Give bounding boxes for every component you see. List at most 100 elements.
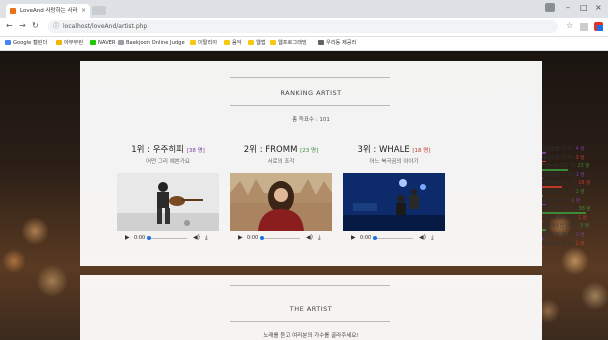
volume-icon[interactable]: ◀)	[419, 234, 426, 241]
seek-handle[interactable]	[260, 236, 264, 240]
tab-strip: LoveAnd 사랑하는 사라 × – □ ×	[0, 0, 608, 18]
profile-icon[interactable]	[545, 3, 555, 12]
ranking-list-name: 옥상달빛 (1 %)	[542, 241, 575, 247]
ranking-list-count: 2 명	[575, 241, 585, 247]
song-title: 서로의 조각	[267, 159, 295, 165]
ranking-list-name: 치즈달빛 (1 %)	[542, 172, 575, 178]
vote-count: [23 명]	[300, 148, 319, 154]
bookmark-item[interactable]: 웹프로그래밍	[270, 37, 307, 50]
vote-count: [38 명]	[186, 148, 205, 154]
close-window-icon[interactable]: ×	[595, 3, 602, 12]
back-icon[interactable]: ←	[6, 21, 13, 30]
address-bar-row: ← → ↻ ⓘ localhost/loveAnd/artist.php ☆	[0, 18, 608, 37]
ranking-list-item: April2nd (0 %) 1 명	[542, 214, 602, 223]
ranking-bar	[542, 246, 544, 249]
rank-heading: 2위 : FROMM [23 명]	[243, 145, 319, 155]
extension-icon[interactable]	[580, 23, 588, 31]
bookmark-item[interactable]: 음악	[224, 37, 242, 50]
bookmark-item[interactable]: 아무무런	[56, 37, 83, 50]
ranking-list-item: 브로커리안 (3 %) 3 명	[542, 222, 602, 231]
ranking-list-count: 1 명	[575, 172, 585, 178]
volume-icon[interactable]: ◀)	[193, 234, 200, 241]
ranking-list-count: 18 명	[578, 181, 591, 187]
ranking-list-item: 바닐라앤 (1 %) 1 명	[542, 188, 602, 197]
reload-icon[interactable]: ↻	[32, 21, 39, 30]
download-icon[interactable]: ⤓	[431, 234, 434, 242]
ranking-list-count: 23 명	[577, 164, 590, 170]
rank-heading: 1위 : 우주히피 [38 명]	[131, 145, 205, 155]
bookmark-item[interactable]: 우리동 제공러	[318, 37, 356, 50]
ranking-list-count: 1 명	[578, 215, 588, 221]
ranking-list-name: 검정치마 (0 %)	[542, 232, 575, 238]
url-text: localhost/loveAnd/artist.php	[63, 23, 148, 30]
ranking-list-item: 윤지영 (3 %) 1 명	[542, 197, 602, 206]
divider	[230, 77, 390, 78]
ranking-list-item: 치즈달빛 (1 %) 1 명	[542, 171, 602, 180]
bookmark-star-icon[interactable]: ☆	[566, 21, 573, 30]
bookmark-item[interactable]: NAVER	[90, 37, 116, 50]
ranking-list: 신나는밤 (3 %) 4 명 제이구청 (3 %) 3 명 Fromm (22 %)…	[542, 145, 602, 249]
artist-photo	[117, 173, 219, 231]
time-display: 0:00	[247, 235, 259, 241]
play-icon[interactable]: ▶	[351, 234, 356, 241]
audio-player[interactable]: ▶ 0:00 ◀) ⤓	[230, 233, 332, 243]
new-tab-button[interactable]	[92, 6, 106, 15]
artist-panel: THE ARTIST 노래를 듣고 여러분의 가수를 골라주세요!	[80, 275, 542, 340]
bookmark-item[interactable]: Google 캘린더	[5, 37, 47, 50]
favicon-icon	[10, 8, 16, 14]
bookmark-item[interactable]: Baekjoon Online Judge	[118, 37, 185, 50]
ranking-list-count: 1 명	[575, 232, 585, 238]
song-title: 어느 북극곰의 이야기	[369, 159, 419, 165]
seek-bar[interactable]	[260, 238, 300, 239]
download-icon[interactable]: ⤓	[318, 234, 321, 242]
ranking-list-count: 1 명	[575, 189, 585, 195]
forward-icon[interactable]: →	[19, 21, 26, 30]
ranking-title: RANKING ARTIST	[280, 89, 342, 97]
song-title: 어떤 그리 예쁜가요	[146, 159, 190, 165]
audio-player[interactable]: ▶ 0:00 ◀) ⤓	[117, 233, 219, 243]
volume-icon[interactable]: ◀)	[306, 234, 313, 241]
audio-player[interactable]: ▶ 0:00 ◀) ⤓	[343, 233, 445, 243]
seek-handle[interactable]	[373, 236, 377, 240]
browser-chrome: LoveAnd 사랑하는 사라 × – □ × ← → ↻ ⓘ localhos…	[0, 0, 608, 51]
seek-handle[interactable]	[147, 236, 151, 240]
divider	[230, 285, 390, 286]
ranking-list-count: 1 명	[571, 198, 581, 204]
ranking-list-name: 바닐라앤 (1 %)	[542, 189, 575, 195]
download-icon[interactable]: ⤓	[205, 234, 208, 242]
ranking-list-item: 옥상달빛 (1 %) 2 명	[542, 240, 602, 249]
artist-photo	[343, 173, 445, 231]
ranking-list-name: 브로커리안 (3 %)	[542, 224, 579, 230]
ranking-list-item: WHALE (17 %) 18 명	[542, 179, 602, 188]
maximize-icon[interactable]: □	[580, 3, 588, 12]
ranking-list-item: 신나는밤 (3 %) 4 명	[542, 145, 602, 154]
ranking-list-name: 윤지영 (3 %)	[542, 198, 570, 204]
minimize-icon[interactable]: –	[566, 3, 570, 12]
ranking-list-name: 신나는밤 (3 %)	[542, 147, 575, 152]
bookmark-item[interactable]: 웹앱	[248, 37, 266, 50]
extension-color-icon[interactable]	[594, 22, 603, 31]
seek-bar[interactable]	[373, 238, 413, 239]
ranking-list-item: Fromm (22 %) 23 명	[542, 162, 602, 171]
artist-photo	[230, 173, 332, 231]
ranking-list-count: 4 명	[575, 147, 585, 152]
ranking-list-count: 3 명	[575, 155, 585, 161]
vote-count: [18 명]	[412, 148, 431, 154]
page-background: RANKING ARTIST 총 득표수 : 101 1위 : 우주히피 [38…	[0, 51, 608, 340]
browser-tab[interactable]: LoveAnd 사랑하는 사라 ×	[6, 4, 90, 18]
ranking-list-item: 검정치마 (0 %) 1 명	[542, 231, 602, 240]
bookmark-item[interactable]: 이탈리아	[190, 37, 217, 50]
rank-heading: 3위 : WHALE [18 명]	[357, 145, 431, 155]
ranking-panel: RANKING ARTIST 총 득표수 : 101 1위 : 우주히피 [38…	[80, 61, 591, 266]
url-input[interactable]: ⓘ localhost/loveAnd/artist.php	[48, 20, 558, 33]
seek-bar[interactable]	[147, 238, 187, 239]
play-icon[interactable]: ▶	[125, 234, 130, 241]
ranking-list-name: April2nd (0 %)	[542, 215, 577, 221]
play-icon[interactable]: ▶	[238, 234, 243, 241]
tab-close-icon[interactable]: ×	[81, 4, 86, 18]
site-info-icon[interactable]: ⓘ	[53, 20, 59, 33]
ranking-list-count: 3 명	[580, 224, 589, 230]
time-display: 0:00	[134, 235, 146, 241]
ranking-list-item: 우주히피 (37 %) 38 명	[542, 205, 602, 214]
total-votes: 총 득표수 : 101	[292, 117, 330, 123]
